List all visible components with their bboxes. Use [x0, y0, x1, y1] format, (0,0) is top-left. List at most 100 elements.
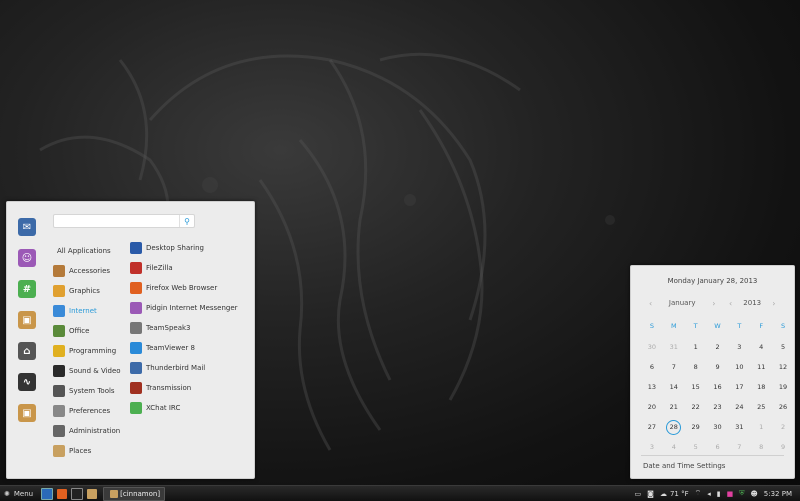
calendar-day[interactable]: 2	[772, 417, 794, 437]
calendar-day[interactable]: 16	[707, 377, 729, 397]
calendar-day[interactable]: 31	[728, 417, 750, 437]
calendar-day[interactable]: 24	[728, 397, 750, 417]
calendar-day[interactable]: 25	[750, 397, 772, 417]
network-icon[interactable]: ⌔	[695, 489, 702, 498]
calendar-day[interactable]: 22	[685, 397, 707, 417]
battery-icon[interactable]: ▮	[717, 490, 721, 498]
category-item[interactable]: System Tools	[53, 381, 125, 401]
search-box[interactable]: ⚲	[53, 214, 195, 228]
category-label: System Tools	[69, 387, 115, 395]
app-item[interactable]: Thunderbird Mail	[130, 358, 252, 378]
files-icon[interactable]	[87, 488, 98, 499]
favorite-xchat-icon[interactable]: #	[18, 280, 36, 298]
app-item[interactable]: Firefox Web Browser	[130, 278, 252, 298]
shield-icon[interactable]: ⛨	[739, 489, 744, 498]
search-icon[interactable]: ⚲	[179, 215, 194, 227]
calendar-day[interactable]: 30	[707, 417, 729, 437]
notification-icon[interactable]: ■	[727, 490, 734, 498]
calendar-day-today[interactable]: 28	[663, 417, 685, 437]
category-item[interactable]: Graphics	[53, 281, 125, 301]
keyboard-icon[interactable]: ▭	[635, 490, 642, 498]
calendar-day[interactable]: 29	[685, 417, 707, 437]
favorite-system-monitor-icon[interactable]: ∿	[18, 373, 36, 391]
app-item[interactable]: TeamSpeak3	[130, 318, 252, 338]
calendar-day[interactable]: 6	[707, 437, 729, 457]
calendar-day-number: 19	[778, 383, 788, 391]
favorite-home-icon[interactable]: ⌂	[18, 342, 36, 360]
calendar-day[interactable]: 3	[641, 437, 663, 457]
clock[interactable]: 5:32 PM	[764, 490, 792, 498]
window-button-cinnamon[interactable]: [cinnamon]	[103, 486, 166, 501]
folder-icon	[110, 489, 119, 498]
calendar-day[interactable]: 17	[728, 377, 750, 397]
menu-button[interactable]: ✺ Menu	[4, 486, 33, 501]
app-icon	[130, 382, 142, 394]
calendar-day[interactable]: 31	[663, 337, 685, 357]
calendar-day[interactable]: 4	[663, 437, 685, 457]
calendar-day[interactable]: 8	[685, 357, 707, 377]
calendar-day[interactable]: 5	[772, 337, 794, 357]
app-item[interactable]: Desktop Sharing	[130, 238, 252, 258]
category-item[interactable]: Sound & Video	[53, 361, 125, 381]
app-item[interactable]: FileZilla	[130, 258, 252, 278]
calendar-day[interactable]: 7	[663, 357, 685, 377]
calendar-day-number: 2	[715, 343, 720, 351]
calendar-day[interactable]: 19	[772, 377, 794, 397]
temperature[interactable]: 71 °F	[670, 490, 689, 498]
calendar-day[interactable]: 26	[772, 397, 794, 417]
calendar-day[interactable]: 7	[728, 437, 750, 457]
favorite-package-icon[interactable]: ▣	[18, 311, 36, 329]
category-item[interactable]: Programming	[53, 341, 125, 361]
calendar-day[interactable]: 27	[641, 417, 663, 437]
calendar-day[interactable]: 5	[685, 437, 707, 457]
category-list: All Applications Accessories Graphics Inter…	[53, 241, 125, 461]
calendar-day[interactable]: 1	[685, 337, 707, 357]
category-item[interactable]: Accessories	[53, 261, 125, 281]
calendar-day[interactable]: 9	[707, 357, 729, 377]
category-item[interactable]: All Applications	[53, 241, 125, 261]
next-month-icon[interactable]: ›	[712, 299, 715, 308]
search-input[interactable]	[54, 215, 178, 227]
calendar-day[interactable]: 10	[728, 357, 750, 377]
camera-icon[interactable]: ◙	[647, 490, 654, 498]
category-item[interactable]: Places	[53, 441, 125, 461]
calendar-day[interactable]: 15	[685, 377, 707, 397]
favorite-pidgin-icon[interactable]: ☺	[18, 249, 36, 267]
weather-icon[interactable]: ☁	[660, 490, 667, 498]
next-year-icon[interactable]: ›	[772, 299, 775, 308]
calendar-day[interactable]: 13	[641, 377, 663, 397]
calendar-day-number: 28	[666, 419, 682, 435]
category-item[interactable]: Internet	[53, 301, 125, 321]
volume-icon[interactable]: ◂	[707, 490, 711, 498]
calendar-day[interactable]: 20	[641, 397, 663, 417]
calendar-day[interactable]: 21	[663, 397, 685, 417]
calendar-day[interactable]: 11	[750, 357, 772, 377]
calendar-day[interactable]: 18	[750, 377, 772, 397]
firefox-icon[interactable]	[57, 488, 68, 499]
show-desktop-icon[interactable]	[41, 487, 54, 500]
app-item[interactable]: Transmission	[130, 378, 252, 398]
calendar-day[interactable]: 2	[707, 337, 729, 357]
favorite-thunderbird-icon[interactable]: ✉	[18, 218, 36, 236]
calendar-day[interactable]: 12	[772, 357, 794, 377]
calendar-day[interactable]: 3	[728, 337, 750, 357]
terminal-icon[interactable]	[71, 487, 84, 500]
calendar-day[interactable]: 4	[750, 337, 772, 357]
favorite-software-icon[interactable]: ▣	[18, 404, 36, 422]
category-item[interactable]: Preferences	[53, 401, 125, 421]
calendar-day[interactable]: 9	[772, 437, 794, 457]
user-icon[interactable]: ☻	[750, 490, 757, 498]
calendar-day[interactable]: 1	[750, 417, 772, 437]
calendar-day[interactable]: 23	[707, 397, 729, 417]
category-item[interactable]: Administration	[53, 421, 125, 441]
app-icon	[130, 282, 142, 294]
app-item[interactable]: TeamViewer 8	[130, 338, 252, 358]
calendar-day[interactable]: 30	[641, 337, 663, 357]
calendar-day[interactable]: 8	[750, 437, 772, 457]
app-item[interactable]: Pidgin Internet Messenger	[130, 298, 252, 318]
app-item[interactable]: XChat IRC	[130, 398, 252, 418]
category-item[interactable]: Office	[53, 321, 125, 341]
calendar-day[interactable]: 6	[641, 357, 663, 377]
calendar-day[interactable]: 14	[663, 377, 685, 397]
date-time-settings-link[interactable]: Date and Time Settings	[643, 462, 725, 470]
